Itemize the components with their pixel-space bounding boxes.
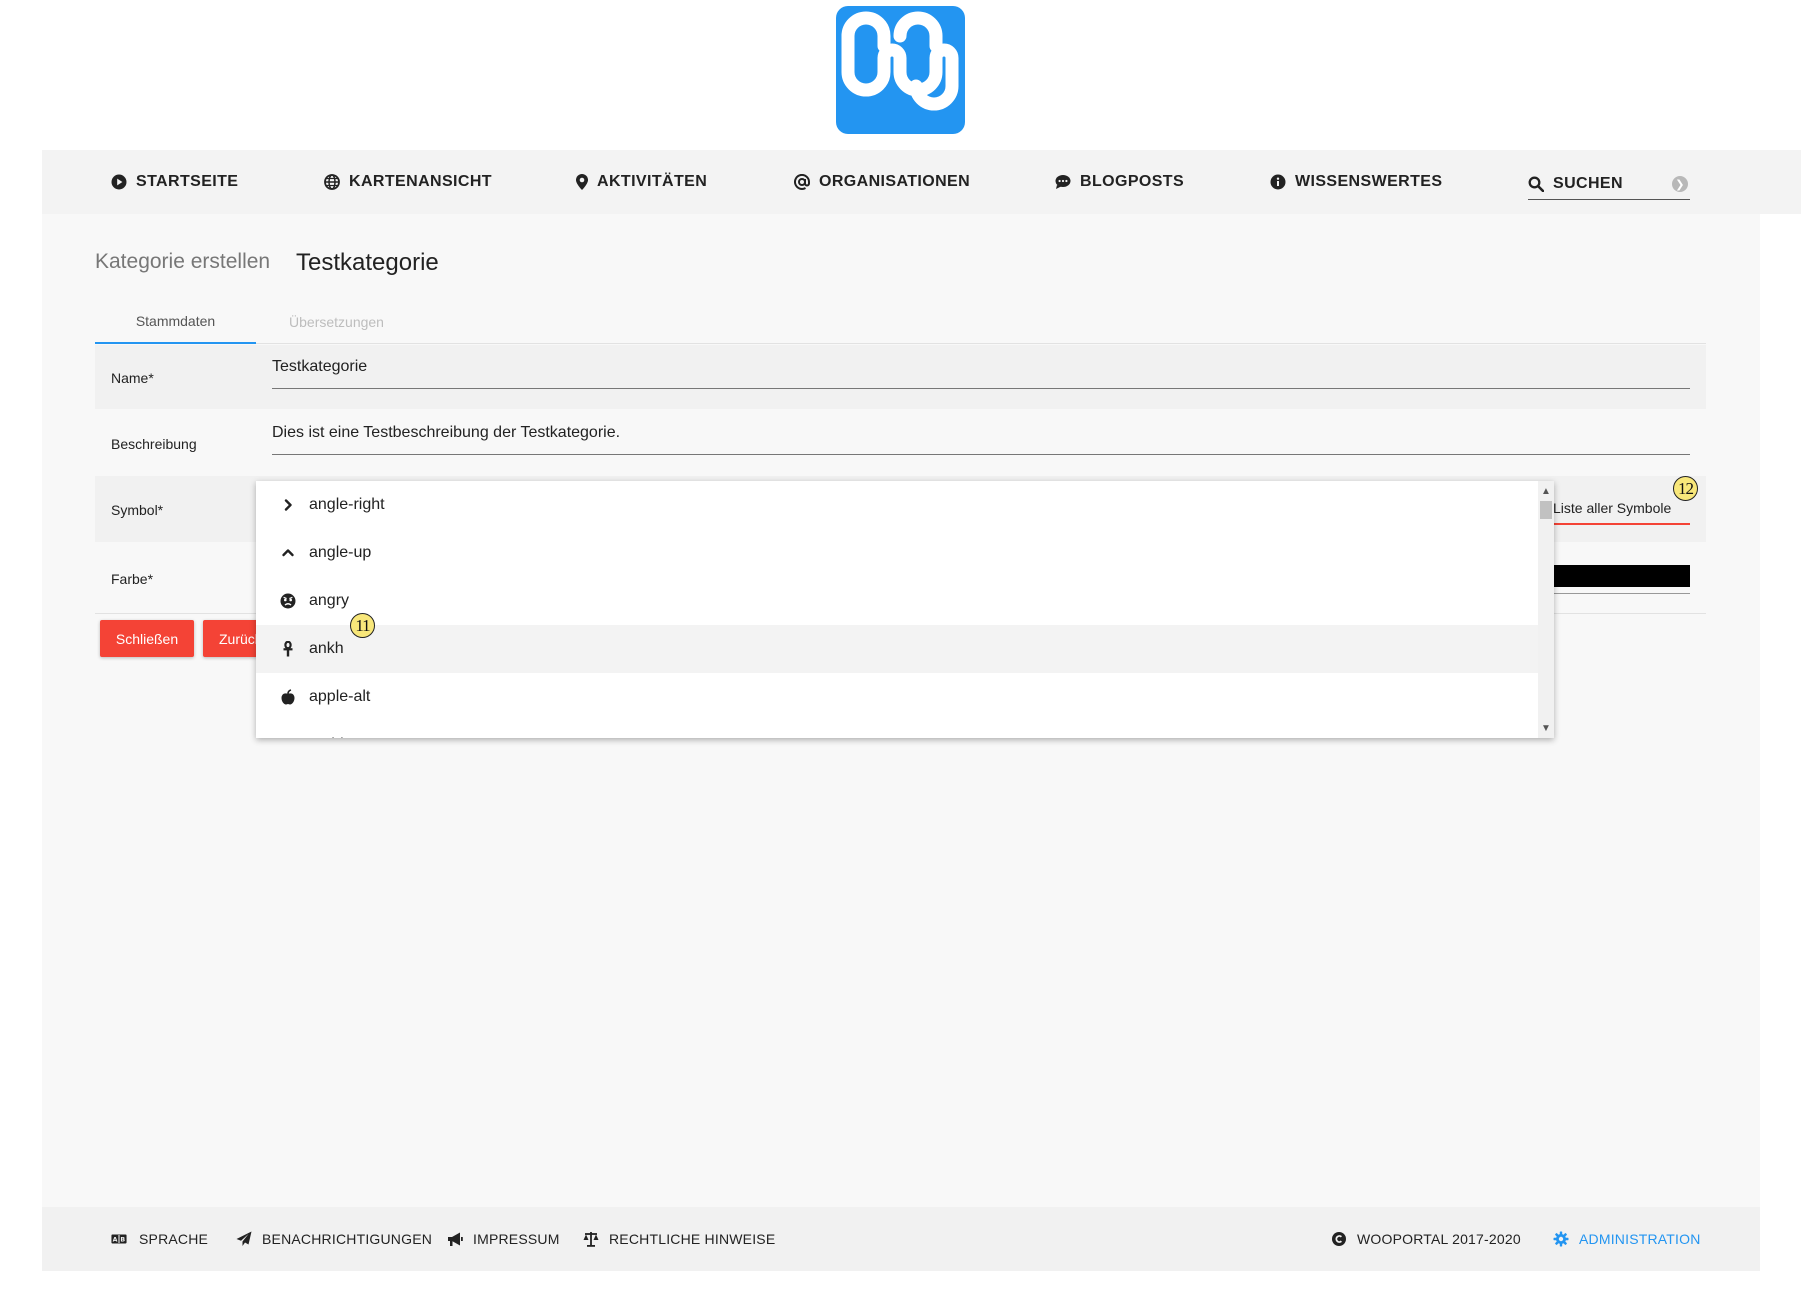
color-field-underline: [1553, 593, 1690, 594]
nav-blogposts[interactable]: BLOGPOSTS: [1055, 150, 1184, 214]
at-icon: [794, 174, 810, 190]
globe-icon: [324, 174, 340, 190]
scroll-up-icon[interactable]: ▲: [1538, 483, 1554, 499]
form-row-description: Beschreibung Dies ist eine Testbeschreib…: [95, 411, 1706, 475]
symbol-option-angry[interactable]: angry: [256, 577, 1538, 625]
info-circle-icon: [1270, 174, 1286, 190]
symbol-list-link[interactable]: Liste aller Symbole: [1553, 492, 1690, 525]
ankh-icon: [280, 641, 296, 657]
footer-language[interactable]: AB SPRACHE: [111, 1207, 208, 1271]
footer-notifications[interactable]: BENACHRICHTIGUNGEN: [236, 1207, 432, 1271]
map-marker-icon: [576, 174, 588, 190]
nav-kartenansicht[interactable]: KARTENANSICHT: [324, 150, 492, 214]
annotation-marker-11: 11: [350, 613, 375, 638]
color-picker-swatch[interactable]: [1553, 565, 1690, 587]
logo-wave-icon: [841, 11, 959, 111]
description-label: Beschreibung: [111, 436, 197, 452]
apple-alt-icon: [280, 689, 296, 705]
symbol-option-angle-right[interactable]: angle-right: [256, 481, 1538, 529]
name-label: Name*: [111, 370, 154, 386]
footer-imprint[interactable]: IMPRESSUM: [447, 1207, 560, 1271]
nav-label: WISSENSWERTES: [1295, 173, 1443, 190]
scrollbar-thumb[interactable]: [1540, 501, 1552, 519]
dropdown-scrollbar[interactable]: ▲ ▼: [1538, 481, 1554, 738]
symbol-option-apple-alt[interactable]: apple-alt: [256, 673, 1538, 721]
symbol-option-label: ankh: [309, 640, 344, 657]
logo-area: [0, 0, 1801, 150]
play-circle-icon: [111, 174, 127, 190]
footer-admin-label: ADMINISTRATION: [1579, 1231, 1701, 1247]
footer-legal-label: RECHTLICHE HINWEISE: [609, 1231, 776, 1247]
nav-label: BLOGPOSTS: [1080, 173, 1185, 190]
search-input[interactable]: SUCHEN ❯: [1528, 168, 1690, 200]
symbol-option-label: archive: [309, 736, 361, 738]
nav-wissenswertes[interactable]: WISSENSWERTES: [1270, 150, 1442, 214]
search-submit-icon[interactable]: ❯: [1672, 176, 1688, 192]
angle-right-icon: [280, 497, 296, 513]
angle-up-icon: [280, 545, 296, 561]
symbol-option-label: angry: [309, 592, 350, 609]
comment-dots-icon: [1055, 174, 1071, 190]
nav-aktivitaeten[interactable]: AKTIVITÄTEN: [576, 150, 707, 214]
tab-bar: Stammdaten Übersetzungen: [95, 300, 1706, 344]
nav-label: KARTENANSICHT: [349, 173, 492, 190]
color-label: Farbe*: [111, 571, 154, 587]
annotation-marker-12: 12: [1673, 476, 1698, 501]
footer-legal[interactable]: RECHTLICHE HINWEISE: [583, 1207, 775, 1271]
svg-text:A: A: [113, 1237, 118, 1244]
nav-organisationen[interactable]: ORGANISATIONEN: [794, 150, 970, 214]
scroll-down-icon[interactable]: ▼: [1538, 720, 1554, 736]
footer: AB SPRACHE BENACHRICHTIGUNGEN IMPRESSUM …: [42, 1207, 1760, 1271]
page-title: Testkategorie: [296, 249, 439, 276]
symbol-option-label: apple-alt: [309, 688, 371, 705]
symbol-option-angle-up[interactable]: angle-up: [256, 529, 1538, 577]
symbol-dropdown[interactable]: angle-right angle-up angry ankh apple-al: [256, 481, 1554, 738]
archive-icon: [280, 737, 296, 738]
angry-icon: [280, 593, 296, 609]
symbol-label: Symbol*: [111, 502, 164, 518]
nav-label: AKTIVITÄTEN: [597, 173, 708, 190]
footer-copyright: WOOPORTAL 2017-2020: [1331, 1207, 1521, 1271]
search-icon: [1528, 176, 1544, 192]
wooportal-logo[interactable]: [836, 6, 965, 134]
bullhorn-icon: [447, 1231, 463, 1247]
symbol-option-archive[interactable]: archive: [256, 721, 1538, 738]
description-value: Dies ist eine Testbeschreibung der Testk…: [272, 423, 621, 441]
copyright-icon: [1331, 1231, 1347, 1247]
footer-copyright-label: WOOPORTAL 2017-2020: [1357, 1231, 1521, 1247]
gear-icon: [1553, 1231, 1569, 1247]
close-button[interactable]: Schließen: [100, 620, 194, 657]
search-label: SUCHEN: [1553, 174, 1623, 192]
description-field[interactable]: Dies ist eine Testbeschreibung der Testk…: [272, 411, 1690, 455]
symbol-option-list: angle-right angle-up angry ankh apple-al: [256, 481, 1538, 738]
balance-scale-icon: [583, 1231, 599, 1247]
tab-uebersetzungen[interactable]: Übersetzungen: [256, 300, 417, 344]
footer-admin-link[interactable]: ADMINISTRATION: [1553, 1207, 1701, 1271]
nav-label: ORGANISATIONEN: [819, 173, 971, 190]
footer-language-label: SPRACHE: [139, 1231, 209, 1247]
symbol-option-label: angle-up: [309, 544, 372, 561]
form-row-name: Name* Testkategorie: [95, 345, 1706, 409]
name-field[interactable]: Testkategorie: [272, 345, 1690, 389]
symbol-option-label: angle-right: [309, 496, 385, 513]
footer-notifications-label: BENACHRICHTIGUNGEN: [262, 1231, 433, 1247]
paper-plane-icon: [236, 1231, 252, 1247]
footer-imprint-label: IMPRESSUM: [473, 1231, 560, 1247]
nav-label: STARTSEITE: [136, 173, 239, 190]
symbol-option-ankh[interactable]: ankh: [256, 625, 1538, 673]
name-value: Testkategorie: [272, 357, 368, 375]
nav-startseite[interactable]: STARTSEITE: [111, 150, 238, 214]
tab-stammdaten[interactable]: Stammdaten: [95, 300, 256, 344]
breadcrumb[interactable]: Kategorie erstellen: [95, 250, 270, 274]
svg-text:B: B: [120, 1237, 125, 1244]
language-icon: AB: [111, 1231, 129, 1247]
